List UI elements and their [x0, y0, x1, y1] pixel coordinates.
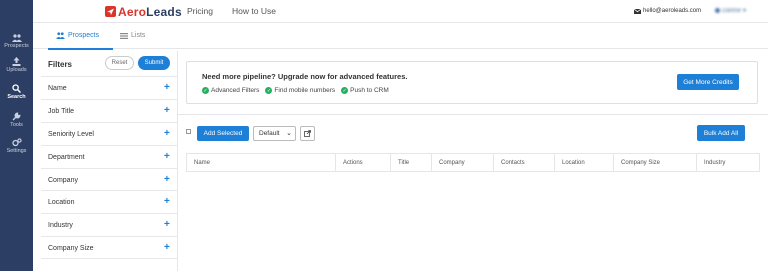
logo-plane-icon: [105, 6, 116, 17]
feature-list: ✓ Advanced Filters ✓ Find mobile numbers…: [202, 87, 389, 94]
filters-panel: Filters Reset Submit Name + Job Title + …: [41, 51, 178, 271]
filter-row-department[interactable]: Department +: [41, 145, 178, 168]
check-circle-icon: ✓: [202, 87, 209, 94]
tab-label: Prospects: [68, 32, 100, 39]
sidebar-item-label: Prospects: [4, 43, 29, 49]
submit-button[interactable]: Submit: [138, 56, 170, 70]
column-header-industry[interactable]: Industry: [697, 154, 759, 171]
feature-label: Advanced Filters: [211, 87, 260, 94]
column-header-company[interactable]: Company: [432, 154, 494, 171]
chevron-down-icon: ⌄: [286, 130, 292, 137]
feature-item: ✓ Find mobile numbers: [265, 87, 335, 94]
upload-icon: [12, 57, 21, 66]
list-select-dropdown[interactable]: Default ⌄: [253, 126, 296, 141]
filter-row-job-title[interactable]: Job Title +: [41, 99, 178, 122]
user-name-text: Darline: [722, 7, 742, 14]
results-table-header: Name Actions Title Company Contacts Loca…: [186, 153, 760, 172]
feature-item: ✓ Push to CRM: [341, 87, 389, 94]
sidebar-item-label: Search: [7, 94, 26, 100]
wrench-icon: [12, 112, 21, 121]
list-icon: [120, 32, 128, 39]
upgrade-title: Need more pipeline? Upgrade now for adva…: [202, 72, 408, 81]
nav-link-pricing[interactable]: Pricing: [187, 6, 213, 16]
user-email: hello@aeroleads.com: [634, 8, 701, 14]
sidebar-item-settings[interactable]: Settings: [0, 138, 33, 154]
sidebar-item-label: Tools: [10, 122, 23, 128]
section-divider: [178, 114, 768, 115]
user-menu[interactable]: Darline ▾: [715, 7, 746, 14]
tab-prospects[interactable]: Prospects: [56, 32, 99, 39]
reset-button[interactable]: Reset: [105, 56, 134, 70]
left-sidebar: Prospects Uploads Search Tools Settings: [0, 0, 33, 271]
filter-label: Industry: [48, 222, 73, 229]
filter-label: Job Title: [48, 108, 75, 115]
filter-label: Company Size: [48, 245, 94, 252]
column-header-name[interactable]: Name: [187, 154, 336, 171]
check-circle-icon: ✓: [341, 87, 349, 94]
plus-icon[interactable]: +: [164, 196, 170, 207]
active-tab-indicator: [48, 48, 113, 50]
get-more-credits-button[interactable]: Get More Credits: [677, 74, 739, 90]
column-header-title[interactable]: Title: [391, 154, 432, 171]
sidebar-item-uploads[interactable]: Uploads: [0, 57, 33, 73]
main-content: Need more pipeline? Upgrade now for adva…: [178, 51, 768, 271]
plus-icon[interactable]: +: [164, 174, 170, 185]
filter-label: Seniority Level: [48, 131, 94, 138]
logo-text-aero: Aero: [118, 4, 147, 19]
sidebar-item-label: Settings: [6, 148, 27, 154]
top-navbar: AeroLeads Pricing How to Use hello@aerol…: [33, 0, 768, 23]
column-header-company-size[interactable]: Company Size: [614, 154, 697, 171]
user-email-text: hello@aeroleads.com: [643, 8, 702, 14]
envelope-icon: [634, 8, 641, 14]
filter-row-industry[interactable]: Industry +: [41, 213, 178, 236]
upgrade-banner: Need more pipeline? Upgrade now for adva…: [186, 61, 758, 104]
filters-title: Filters: [48, 60, 73, 69]
filter-row-location[interactable]: Location +: [41, 190, 178, 213]
search-icon: [12, 84, 21, 93]
aeroleads-logo[interactable]: AeroLeads: [105, 4, 182, 19]
avatar: [715, 8, 720, 13]
plus-icon[interactable]: +: [164, 219, 170, 230]
select-value: Default: [259, 130, 280, 137]
chevron-down-icon: ▾: [743, 8, 747, 14]
feature-label: Find mobile numbers: [274, 87, 336, 94]
sidebar-item-label: Uploads: [6, 67, 27, 73]
logo-text-leads: Leads: [146, 4, 182, 19]
add-selected-button[interactable]: Add Selected: [197, 126, 249, 141]
plus-icon[interactable]: +: [164, 82, 170, 93]
feature-label: Push to CRM: [350, 87, 389, 94]
filter-label: Company: [48, 177, 78, 184]
external-link-icon: [304, 130, 311, 137]
filter-label: Name: [48, 85, 67, 92]
column-header-contacts[interactable]: Contacts: [494, 154, 555, 171]
gear-icon: [11, 138, 22, 147]
nav-link-how-to-use[interactable]: How to Use: [232, 6, 276, 16]
plus-icon[interactable]: +: [164, 151, 170, 162]
column-header-actions[interactable]: Actions: [336, 154, 391, 171]
tab-label: Lists: [131, 32, 146, 39]
filter-row-company[interactable]: Company +: [41, 168, 178, 191]
sidebar-item-prospects[interactable]: Prospects: [0, 34, 33, 49]
external-link-button[interactable]: [300, 126, 315, 141]
sidebar-item-tools[interactable]: Tools: [0, 112, 33, 128]
plus-icon[interactable]: +: [164, 242, 170, 253]
feature-item: ✓ Advanced Filters: [202, 87, 259, 94]
filter-row-company-size[interactable]: Company Size +: [41, 236, 178, 259]
plus-icon[interactable]: +: [164, 105, 170, 116]
check-circle-icon: ✓: [265, 87, 273, 94]
people-icon: [56, 32, 65, 39]
filter-row-seniority-level[interactable]: Seniority Level +: [41, 122, 178, 145]
tab-lists[interactable]: Lists: [120, 32, 145, 39]
column-header-location[interactable]: Location: [555, 154, 614, 171]
select-all-checkbox[interactable]: [186, 129, 191, 134]
plus-icon[interactable]: +: [164, 128, 170, 139]
people-icon: [11, 34, 22, 42]
filter-row-name[interactable]: Name +: [41, 76, 178, 99]
filter-label: Location: [48, 199, 75, 206]
filter-label: Department: [48, 154, 85, 161]
sidebar-item-search[interactable]: Search: [0, 84, 33, 100]
bulk-add-all-button[interactable]: Bulk Add All: [697, 125, 745, 141]
tab-bar: Prospects Lists: [33, 23, 768, 50]
